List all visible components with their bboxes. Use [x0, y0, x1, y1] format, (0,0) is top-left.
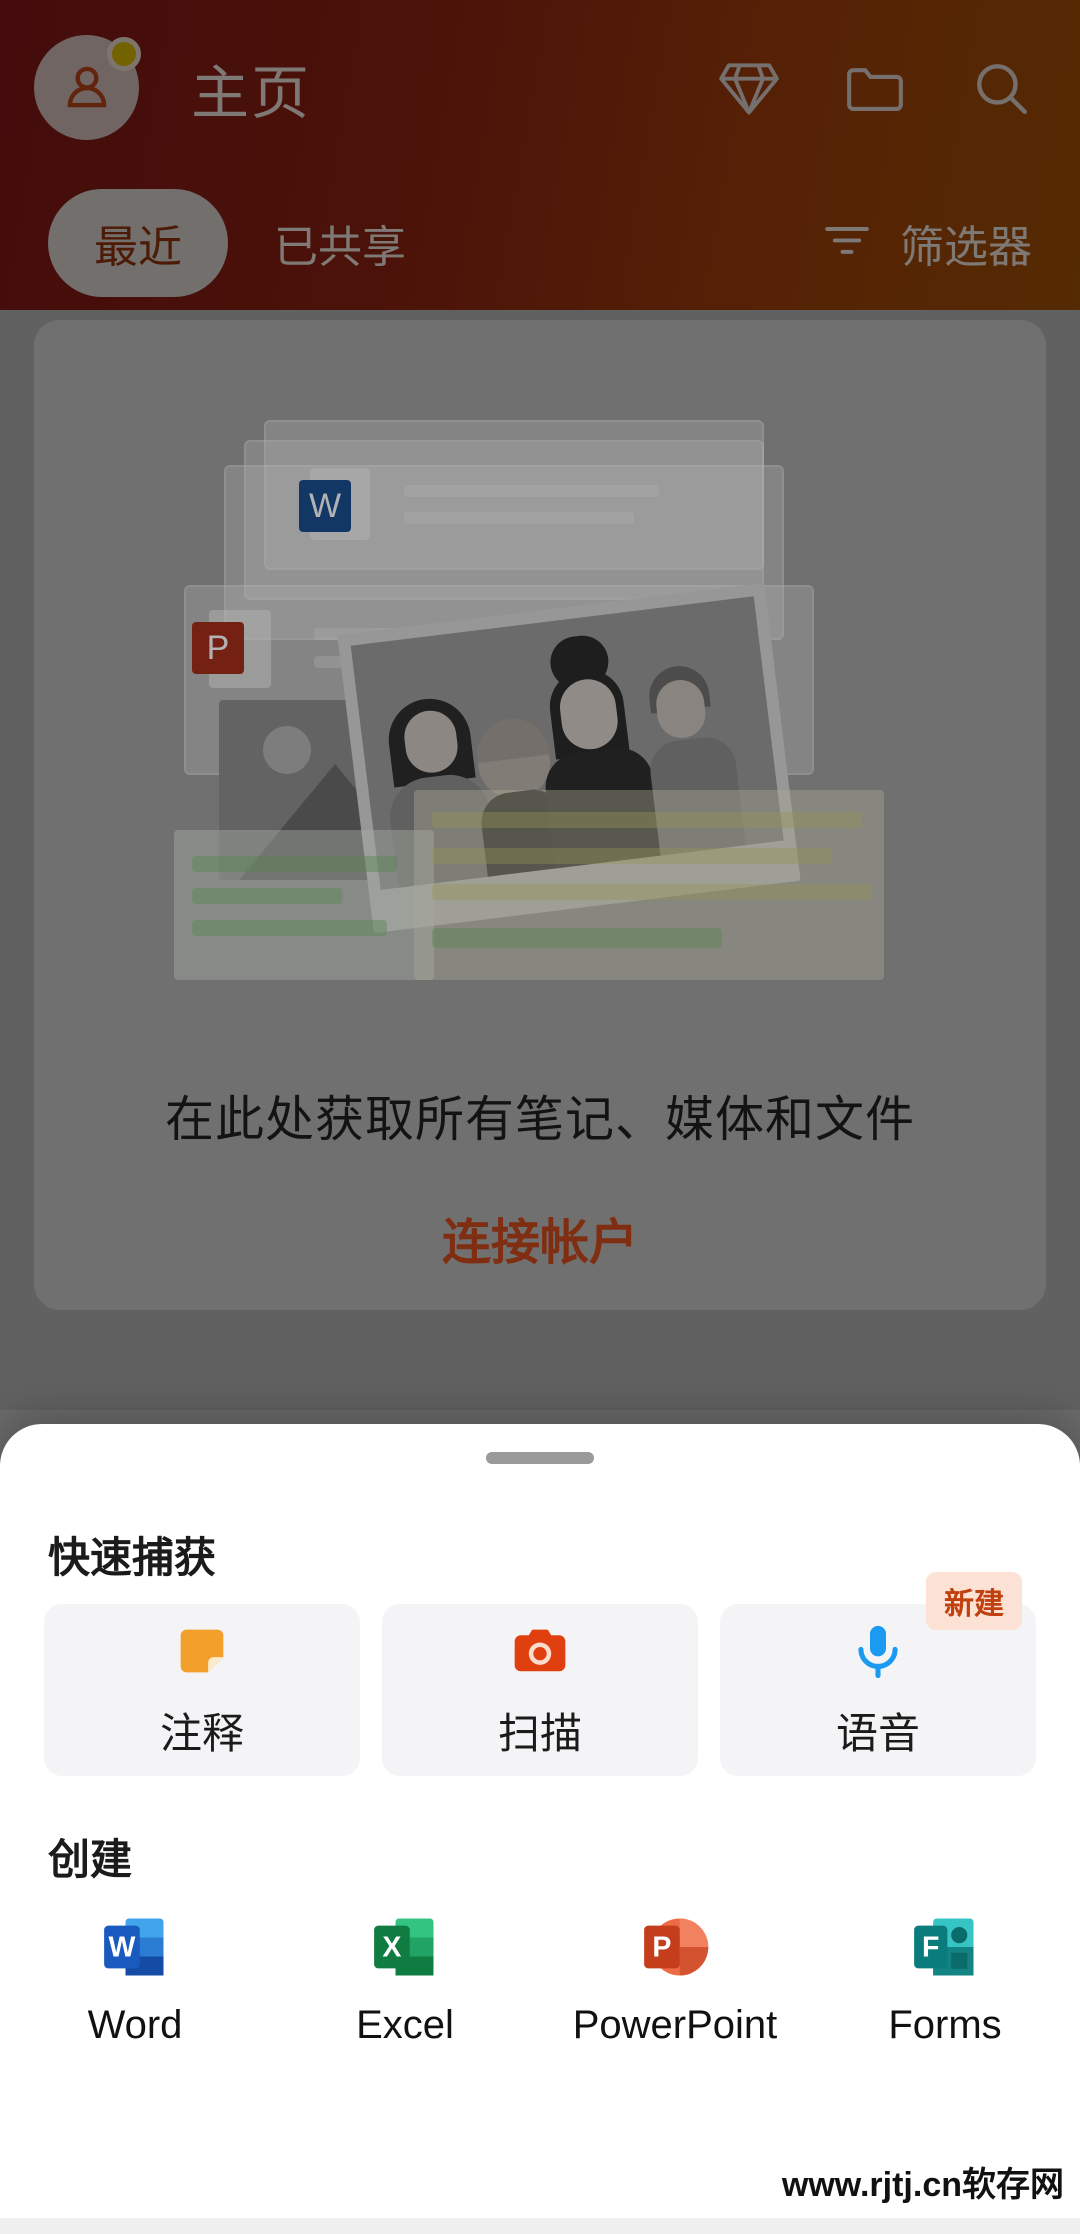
create-forms-label: Forms	[888, 2003, 1002, 2047]
powerpoint-icon: P	[637, 1909, 713, 1985]
create-excel-item[interactable]: X Excel	[270, 1909, 540, 2048]
avatar[interactable]	[34, 35, 141, 140]
header-actions	[718, 57, 1046, 119]
premium-diamond-icon[interactable]	[718, 57, 780, 119]
quick-capture-voice-card[interactable]: 新建 语音	[720, 1572, 1036, 1776]
word-icon: W	[97, 1909, 173, 1985]
empty-state-illustration: W P	[114, 360, 974, 1000]
filter-icon	[820, 218, 874, 267]
filter-button[interactable]: 筛选器	[820, 211, 1032, 275]
create-word-label: Word	[87, 2003, 183, 2047]
header-top-bar: 主页	[0, 0, 1080, 175]
page-title: 主页	[191, 60, 312, 126]
svg-text:W: W	[108, 1932, 135, 1964]
sheet-bottom-strip	[0, 2218, 1080, 2234]
svg-text:X: X	[382, 1932, 401, 1964]
tab-recent[interactable]: 最近	[48, 188, 228, 297]
empty-state-card: W P 在此处获取所有笔记、媒体和文件 连接帐户	[34, 320, 1046, 1310]
app-header: 主页 最近 已共享 筛选器	[0, 0, 1080, 310]
empty-state-texts: 在此处获取所有笔记、媒体和文件 连接帐户	[34, 1080, 1046, 1274]
powerpoint-doc-icon: P	[192, 622, 244, 674]
quick-capture-scan-label: 扫描	[497, 1710, 582, 1757]
quick-capture-scan-card[interactable]: 扫描	[382, 1604, 698, 1776]
word-doc-icon: W	[299, 480, 351, 532]
quick-capture-voice-label: 语音	[835, 1710, 920, 1757]
bottom-sheet: 快速捕获 注释 扫描 新建 语音 创建 W Word X Excel P Pow…	[0, 1424, 1080, 2234]
create-forms-item[interactable]: F Forms	[810, 1909, 1080, 2048]
tab-group: 最近 已共享	[48, 188, 452, 297]
quick-capture-note-label: 注释	[159, 1710, 244, 1757]
new-badge: 新建	[926, 1572, 1022, 1630]
empty-state-title: 在此处获取所有笔记、媒体和文件	[164, 1093, 915, 1147]
microphone-icon	[846, 1619, 910, 1688]
search-icon[interactable]	[970, 57, 1032, 119]
create-powerpoint-label: PowerPoint	[572, 2003, 778, 2047]
sticky-note-icon	[170, 1619, 234, 1688]
create-title: 创建	[48, 1836, 133, 1883]
quick-capture-title: 快速捕获	[48, 1534, 217, 1581]
camera-icon	[508, 1619, 572, 1688]
create-apps-row: W Word X Excel P PowerPoint F Forms	[0, 1909, 1080, 2048]
content-area: W P 在此处获取所有笔记、媒体和文件 连接帐户	[0, 310, 1080, 1410]
create-powerpoint-item[interactable]: P PowerPoint	[540, 1909, 810, 2048]
create-word-item[interactable]: W Word	[0, 1909, 270, 2048]
sheet-drag-handle[interactable]	[486, 1452, 594, 1464]
create-excel-label: Excel	[356, 2003, 454, 2047]
avatar-status-badge	[107, 37, 141, 71]
app-screen: 主页 最近 已共享 筛选器 W P 在此处获取所有笔记、媒体和文件 连接帐户 快…	[0, 0, 1080, 2234]
svg-text:F: F	[922, 1932, 939, 1964]
filter-label: 筛选器	[900, 222, 1032, 272]
svg-text:P: P	[652, 1932, 671, 1964]
excel-icon: X	[367, 1909, 443, 1985]
tab-shared[interactable]: 已共享	[228, 189, 452, 297]
folder-icon[interactable]	[844, 57, 906, 119]
site-watermark: www.rjtj.cn软存网	[781, 2166, 1064, 2204]
quick-capture-row: 注释 扫描 新建 语音	[44, 1572, 1036, 1776]
connect-account-link[interactable]: 连接帐户	[34, 1203, 1046, 1274]
tabs-row: 最近 已共享 筛选器	[0, 175, 1080, 310]
quick-capture-note-card[interactable]: 注释	[44, 1604, 360, 1776]
forms-icon: F	[907, 1909, 983, 1985]
